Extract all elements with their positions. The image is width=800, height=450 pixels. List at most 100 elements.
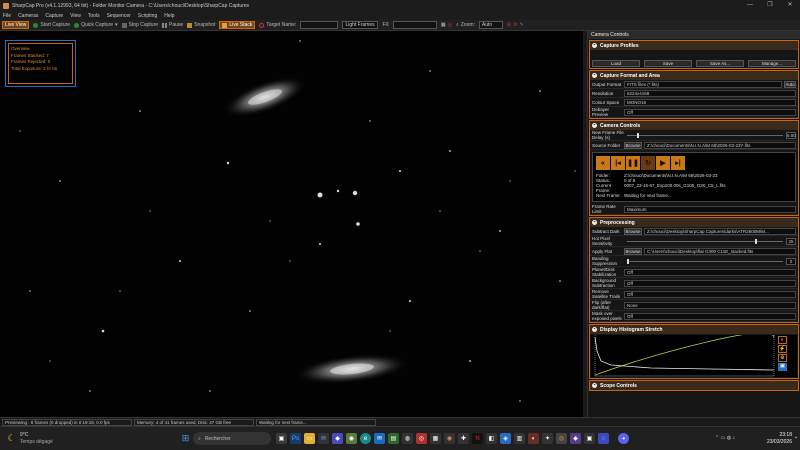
save-stretch-icon[interactable]: ▣ — [778, 363, 787, 371]
loop-icon[interactable]: ↻ — [641, 156, 655, 170]
debayer-select[interactable]: Off — [624, 108, 796, 116]
app-icon-13[interactable]: ◆ — [570, 433, 581, 444]
app-icon-2[interactable]: ◉ — [346, 433, 357, 444]
colour-space-select[interactable]: MONO16 — [624, 98, 796, 106]
hot-pixel-value[interactable]: 25 — [786, 237, 796, 245]
histogram-icon[interactable]: ⊞ — [507, 22, 511, 28]
new-frame-delay-slider[interactable] — [627, 132, 783, 138]
auto-button[interactable]: Auto — [784, 80, 796, 88]
clock-date[interactable]: 23/03/2026 — [752, 439, 792, 445]
resolution-select[interactable]: 6224x4168 — [624, 89, 796, 97]
slider-knob[interactable] — [627, 258, 629, 264]
menu-scripting[interactable]: Scripting — [138, 13, 157, 19]
mail-icon[interactable]: ✉ — [374, 433, 385, 444]
pause-button[interactable]: Pause — [162, 22, 183, 28]
menu-tools[interactable]: Tools — [88, 13, 100, 19]
new-frame-delay-value[interactable]: 5.00 — [786, 131, 796, 139]
minimize-button[interactable]: — — [740, 0, 760, 11]
taskbar-search[interactable]: ⌕ Rechercher — [193, 432, 271, 445]
save-as-button[interactable]: Save As... — [696, 60, 744, 67]
app-icon-12[interactable]: ✦ — [542, 433, 553, 444]
app-icon-4[interactable]: ◍ — [402, 433, 413, 444]
dark-browse-button[interactable]: Browse — [624, 227, 642, 235]
menu-help[interactable]: Help — [164, 13, 174, 19]
settings-icon[interactable]: ⚙ — [778, 354, 787, 362]
reticle-icon[interactable]: ◎ — [448, 22, 452, 28]
app-icon-9[interactable]: ◈ — [500, 433, 511, 444]
live-stack-button[interactable]: Live Stack — [219, 21, 256, 29]
remove-satellite-select[interactable]: Off — [624, 290, 796, 298]
image-viewport[interactable] — [0, 31, 584, 417]
frame-type-select[interactable]: Light Frames — [342, 21, 379, 29]
scope-controls-header[interactable]: ⌃ Scope Controls — [590, 381, 798, 390]
histogram-plot[interactable] — [591, 332, 777, 377]
rewind-icon[interactable]: « — [596, 156, 610, 170]
frame-rate-select[interactable]: Maximum — [624, 205, 796, 213]
maximize-button[interactable]: ❐ — [760, 0, 780, 11]
app-icon-3[interactable]: ▤ — [388, 433, 399, 444]
hot-pixel-slider[interactable] — [627, 238, 783, 244]
save-button[interactable]: Save — [644, 60, 692, 67]
live-view-button[interactable]: Live View — [2, 21, 30, 29]
flip-select[interactable]: None — [624, 301, 796, 309]
menu-view[interactable]: View — [70, 13, 81, 19]
capture-format-header[interactable]: ⌃ Capture Format and Area — [590, 71, 798, 80]
mask-select[interactable]: Off — [624, 312, 796, 320]
weather-desc[interactable]: Temps dégagé — [20, 439, 53, 445]
sharpcap-icon[interactable]: ◎ — [556, 433, 567, 444]
slider-knob[interactable] — [755, 238, 757, 244]
grid-icon[interactable]: ▦ — [441, 22, 446, 28]
subtract-dark-field[interactable]: Z:\chouci\Desktop\SharpCap Captures\dark… — [644, 227, 796, 235]
target-name-input[interactable] — [300, 21, 339, 29]
app-icon-15[interactable]: ◌ — [598, 433, 609, 444]
discord-icon[interactable]: ◕ — [618, 433, 629, 444]
planet-stabilization-select[interactable]: Off — [624, 268, 796, 276]
output-format-select[interactable]: FITS files (*.fits) — [624, 80, 782, 88]
moon-weather-icon[interactable]: ☾ — [6, 433, 17, 444]
app-icon-14[interactable]: ▣ — [584, 433, 595, 444]
app-icon-6[interactable]: ▦ — [430, 433, 441, 444]
menu-sequencer[interactable]: Sequencer — [107, 13, 131, 19]
firefox-icon[interactable]: ◉ — [444, 433, 455, 444]
app-icon-11[interactable]: ◐ — [528, 433, 539, 444]
menu-file[interactable]: File — [3, 13, 11, 19]
banding-slider[interactable] — [627, 258, 783, 264]
app-icon-5[interactable]: ◎ — [416, 433, 427, 444]
play-icon[interactable]: ▶ — [656, 156, 670, 170]
notification-icon[interactable]: ▪ — [795, 435, 797, 441]
pause-playback-icon[interactable]: ❚❚ — [626, 156, 640, 170]
camera-controls-header[interactable]: ⌃ Camera Controls — [590, 121, 798, 130]
close-button[interactable]: ✕ — [780, 0, 800, 11]
app-icon-8[interactable]: ◧ — [486, 433, 497, 444]
auto-stretch-icon[interactable]: ◐ — [778, 336, 787, 344]
start-capture-button[interactable]: Start Capture — [33, 22, 70, 28]
last-frame-icon[interactable]: ▸| — [671, 156, 685, 170]
weather-temp[interactable]: 9°C — [20, 432, 28, 438]
reset-stretch-icon[interactable]: ⚡ — [778, 345, 787, 353]
flat-browse-button[interactable]: Browse — [624, 247, 642, 255]
tool-icon[interactable]: ✎ — [520, 22, 524, 28]
file-explorer-icon[interactable]: ▭ — [304, 433, 315, 444]
netflix-icon[interactable]: N — [472, 433, 483, 444]
zoom-select[interactable]: Auto — [478, 21, 503, 29]
photoshop-icon[interactable]: Ps — [290, 433, 301, 444]
store-icon[interactable]: ✉ — [318, 433, 329, 444]
load-button[interactable]: Load — [592, 60, 640, 67]
edge-icon[interactable]: e — [360, 433, 371, 444]
banding-value[interactable]: 0 — [786, 257, 796, 265]
app-icon-10[interactable]: ▥ — [514, 433, 525, 444]
app-icon-1[interactable]: ◆ — [332, 433, 343, 444]
menu-capture[interactable]: Capture — [45, 13, 63, 19]
app-icon-7[interactable]: ✚ — [458, 433, 469, 444]
stop-capture-button[interactable]: Stop Capture — [121, 22, 158, 28]
capture-profiles-header[interactable]: ⌃ Capture Profiles — [590, 41, 798, 50]
settings-icon[interactable]: ⚙ — [513, 22, 517, 28]
menu-cameras[interactable]: Cameras — [18, 13, 38, 19]
manage-button[interactable]: Manage... — [748, 60, 796, 67]
first-frame-icon[interactable]: |◂ — [611, 156, 625, 170]
apply-flat-field[interactable]: C:\Users\chouci\Desktop\flat G300 C11E_s… — [644, 247, 796, 255]
source-folder-field[interactable]: Z:\chouci\Documents\N.I.N.A\M 66\2026-03… — [644, 141, 796, 149]
task-view-icon[interactable]: ▣ — [276, 433, 287, 444]
clock-time[interactable]: 23:18 — [752, 432, 792, 438]
background-subtraction-select[interactable]: Off — [624, 279, 796, 287]
